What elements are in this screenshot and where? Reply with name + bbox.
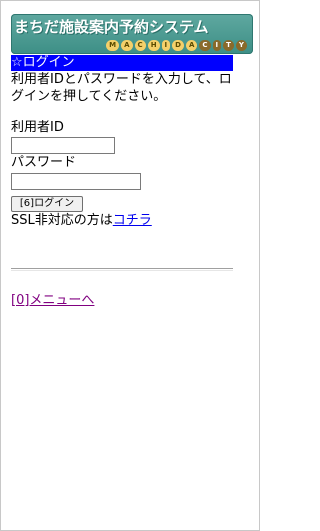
login-instruction: 利用者IDとパスワードを入力して、ログインを押してください。 <box>11 72 232 104</box>
login-button[interactable]: [6]ログイン <box>11 196 83 212</box>
ssl-link[interactable]: コチラ <box>113 213 152 228</box>
password-input[interactable] <box>11 173 141 190</box>
login-heading: ☆ログイン <box>11 55 233 71</box>
user-id-label: 利用者ID <box>11 120 64 135</box>
user-id-input[interactable] <box>11 137 115 154</box>
divider <box>11 268 233 271</box>
ssl-notice: SSL非対応の方はコチラ <box>11 212 152 229</box>
logo-badge-machida-city: M A C H I D A C I T Y <box>106 40 247 51</box>
menu-link[interactable]: [0]メニューへ <box>11 292 94 309</box>
site-logo: まちだ施設案内予約システム M A C H I D A C I T Y <box>11 14 253 54</box>
ssl-text: SSL非対応の方は <box>11 213 113 228</box>
logo-title: まちだ施設案内予約システム <box>14 18 209 36</box>
password-label: パスワード <box>11 155 77 170</box>
